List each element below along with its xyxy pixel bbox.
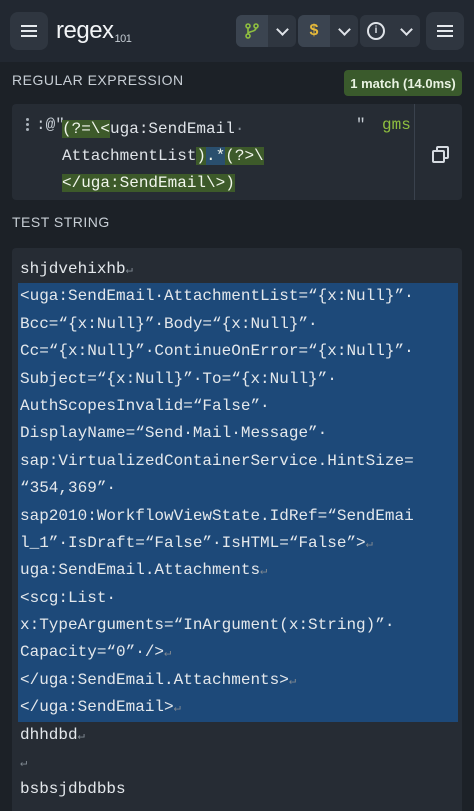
line-text: </uga:SendEmail.Attachments> <box>20 670 289 689</box>
test-line: shjdvehixhb↵ <box>18 256 458 283</box>
lookahead-group-close: ) <box>196 147 207 165</box>
line-text: sap:VirtualizedContainerService.HintSize… <box>20 451 414 470</box>
hamburger-icon <box>437 25 453 37</box>
hamburger-icon <box>21 25 37 37</box>
divider <box>414 104 415 200</box>
atomic-group-open: (?>\ <box>225 147 264 165</box>
line-break-icon: ↵ <box>164 646 172 661</box>
branch-icon <box>236 15 268 47</box>
matched-line: Subject=“{x:Null}”·To=“{x:Null}”· <box>18 365 458 393</box>
line-break-icon: ↵ <box>260 564 268 579</box>
matched-line: AuthScopesInvalid=“False”· <box>18 392 458 421</box>
line-break-icon: ↵ <box>125 263 133 277</box>
chevron-down-icon <box>330 15 358 47</box>
regex-editor[interactable]: :@" (?=\<uga:SendEmail· AttachmentList).… <box>12 104 462 200</box>
line-break-icon: ↵ <box>365 536 373 551</box>
line-break-icon: ↵ <box>173 701 181 716</box>
line-text: </uga:SendEmail> <box>20 698 174 717</box>
main-menu-button[interactable] <box>10 12 48 50</box>
drag-handle-icon[interactable] <box>26 118 30 132</box>
matched-line: Capacity=“0”·/>↵ <box>18 639 458 667</box>
line-text: shjdvehixhb <box>20 260 126 278</box>
line-text: Cc=“{x:Null}”·ContinueOnError=“{x:Null}”… <box>20 342 414 361</box>
line-text: AuthScopesInvalid=“False”· <box>20 396 270 415</box>
matched-line: </uga:SendEmail>↵ <box>18 694 458 722</box>
regex-text-1: uga:SendEmail <box>110 120 235 138</box>
line-text: DisplayName=“Send·Mail·Message”· <box>20 424 328 443</box>
line-text: bsbsjdbdbbs <box>20 780 126 799</box>
dollar-icon: $ <box>298 15 330 47</box>
side-menu-button[interactable] <box>426 12 464 50</box>
copy-icon[interactable] <box>432 146 449 163</box>
logo-version: 101 <box>114 33 132 45</box>
matched-line: sap2010:WorkflowViewState.IdRef=“SendEma… <box>18 502 458 530</box>
logo-text: regex <box>56 17 114 44</box>
line-break-icon: ↵ <box>77 728 85 743</box>
line-break-icon: ↵ <box>288 673 297 688</box>
matched-line: sap:VirtualizedContainerService.HintSize… <box>18 447 458 476</box>
regex-open-delimiter: :@" <box>36 116 65 134</box>
line-text: <uga:SendEmail·AttachmentList=“{x:Null}”… <box>20 287 414 306</box>
function-dropdown[interactable]: $ <box>298 15 358 47</box>
line-text: sap2010:WorkflowViewState.IdRef=“SendEma… <box>20 506 414 525</box>
matched-line: DisplayName=“Send·Mail·Message”· <box>18 420 458 448</box>
dot-star-quantifier: .* <box>206 147 226 165</box>
line-text: Subject=“{x:Null}”·To=“{x:Null}”· <box>20 369 337 388</box>
regex-section-label: REGULAR EXPRESSION <box>12 72 184 88</box>
chevron-down-icon <box>392 15 420 47</box>
regex-text-2: AttachmentList <box>62 147 197 165</box>
regex-close-delimiter: " <box>356 116 366 134</box>
info-dropdown[interactable]: i <box>360 15 420 47</box>
matched-line: uga:SendEmail.Attachments↵ <box>18 557 458 585</box>
matched-line: “354,369”· <box>18 475 458 503</box>
line-text: x:TypeArguments=“InArgument(x:String)”· <box>20 616 395 635</box>
flavor-dropdown[interactable] <box>236 15 296 47</box>
matched-line: Bcc=“{x:Null}”·Body=“{x:Null}”· <box>18 310 458 339</box>
info-symbol: i <box>367 22 385 40</box>
match-info-badge: 1 match (14.0ms) <box>344 70 462 96</box>
line-break-icon: ↵ <box>20 756 28 771</box>
matched-line: Cc=“{x:Null}”·ContinueOnError=“{x:Null}”… <box>18 338 458 366</box>
matched-line: <uga:SendEmail·AttachmentList=“{x:Null}”… <box>18 283 458 311</box>
test-string-lines[interactable]: shjdvehixhb↵ <uga:SendEmail·AttachmentLis… <box>18 256 458 804</box>
info-icon: i <box>360 15 392 47</box>
matched-line: </uga:SendEmail.Attachments>↵ <box>18 666 458 695</box>
logo[interactable]: regex101 <box>56 17 132 45</box>
test-string-editor[interactable]: shjdvehixhb↵ <uga:SendEmail·AttachmentLis… <box>12 248 462 811</box>
matched-line: <scg:List· <box>18 584 458 613</box>
line-text: dhhdbd <box>20 725 78 744</box>
regex-input[interactable]: (?=\<uga:SendEmail· AttachmentList).*(?>… <box>62 116 264 197</box>
matched-line: x:TypeArguments=“InArgument(x:String)”· <box>18 612 458 640</box>
regex-flags[interactable]: gms <box>382 116 411 134</box>
test-line: bsbsjdbdbbs <box>18 776 458 803</box>
test-string-section-label: TEST STRING <box>12 214 110 230</box>
line-text: “354,369”· <box>20 479 117 498</box>
test-line: dhhdbd↵ <box>18 722 458 749</box>
top-bar: regex101 $ i <box>0 0 474 62</box>
line-text: l_1”·IsDraft=“False”·IsHTML=“False”> <box>20 533 366 552</box>
line-text: Bcc=“{x:Null}”·Body=“{x:Null}”· <box>20 314 318 333</box>
test-line: ↵ <box>18 749 458 776</box>
line-text: <scg:List· <box>20 588 117 607</box>
matched-line: l_1”·IsDraft=“False”·IsHTML=“False”>↵ <box>18 529 458 558</box>
line-text: uga:SendEmail.Attachments <box>20 561 261 580</box>
lookahead-group-open: (?=\< <box>62 120 111 138</box>
regex-text-3: </uga:SendEmail\>) <box>62 174 235 192</box>
chevron-down-icon <box>268 15 296 47</box>
line-text: Capacity=“0”·/> <box>20 643 165 662</box>
